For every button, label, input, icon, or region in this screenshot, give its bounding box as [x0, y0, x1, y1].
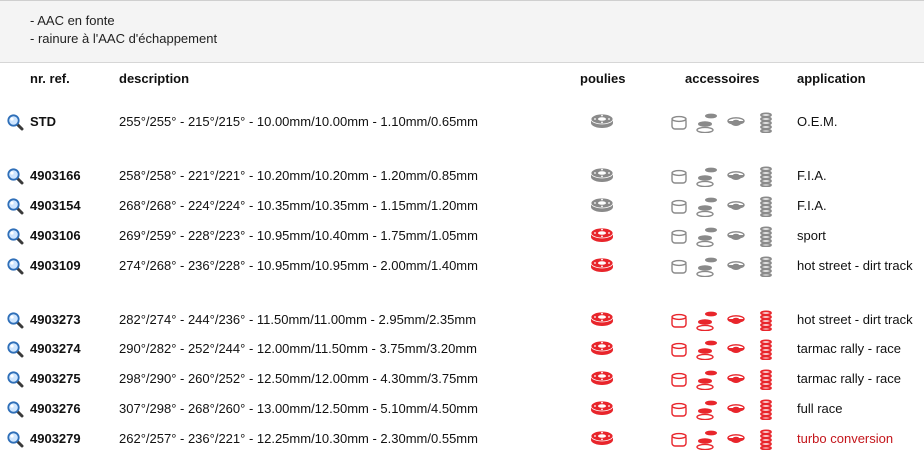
- cam-specs: 290°/282° - 252°/244° - 12.00mm/11.50mm …: [119, 341, 477, 356]
- application-label: hot street - dirt track: [797, 312, 913, 327]
- table-row: 4903273 282°/274° - 244°/236° - 11.50mm/1…: [0, 309, 924, 332]
- pulley-icon: [590, 400, 614, 416]
- application-label: tarmac rally - race: [797, 371, 902, 386]
- cam-specs: 269°/259° - 228°/223° - 10.95mm/10.40mm …: [119, 228, 478, 243]
- accessories-icons: [670, 428, 776, 451]
- pulley-icon: [590, 113, 614, 129]
- cam-specs: 255°/255° - 215°/215° - 10.00mm/10.00mm …: [119, 114, 478, 129]
- header-pulleys: poulies: [580, 71, 626, 86]
- cam-specs: 258°/258° - 221°/221° - 10.20mm/10.20mm …: [119, 168, 478, 183]
- pulley-icon: [590, 257, 614, 273]
- note-cast-iron: - AAC en fonte: [30, 13, 115, 28]
- table-row: 4903154 268°/268° - 224°/224° - 10.35mm/1…: [0, 195, 924, 218]
- application-label: tarmac rally - race: [797, 341, 902, 356]
- application-label: F.I.A.: [797, 168, 827, 183]
- cam-specs: 268°/268° - 224°/224° - 10.35mm/10.35mm …: [119, 198, 478, 213]
- ref-number[interactable]: 4903275: [30, 371, 81, 386]
- cam-specs: 307°/298° - 268°/260° - 13.00mm/12.50mm …: [119, 401, 478, 416]
- accessories-icons: [670, 195, 776, 218]
- magnifier-icon[interactable]: [6, 400, 24, 418]
- ref-number[interactable]: 4903154: [30, 198, 81, 213]
- ref-number[interactable]: 4903106: [30, 228, 81, 243]
- table-row: 4903274 290°/282° - 252°/244° - 12.00mm/1…: [0, 338, 924, 361]
- table-row: 4903275 298°/290° - 260°/252° - 12.50mm/1…: [0, 368, 924, 391]
- accessories-icons: [670, 255, 776, 278]
- header-ref: nr. ref.: [30, 71, 70, 86]
- note-exhaust-groove: - rainure à l'AAC d'échappement: [30, 31, 218, 46]
- accessories-icons: [670, 368, 776, 391]
- magnifier-icon[interactable]: [6, 340, 24, 358]
- magnifier-icon[interactable]: [6, 257, 24, 275]
- table-row: STD 255°/255° - 215°/215° - 10.00mm/10.00…: [0, 111, 924, 134]
- magnifier-icon[interactable]: [6, 227, 24, 245]
- table-row: 4903279 262°/257° - 236°/221° - 12.25mm/1…: [0, 428, 924, 451]
- magnifier-icon[interactable]: [6, 197, 24, 215]
- ref-number[interactable]: 4903109: [30, 258, 81, 273]
- ref-number[interactable]: 4903274: [30, 341, 81, 356]
- application-label: full race: [797, 401, 843, 416]
- accessories-icons: [670, 225, 776, 248]
- ref-number[interactable]: 4903276: [30, 401, 81, 416]
- pulley-icon: [590, 167, 614, 183]
- application-label: hot street - dirt track: [797, 258, 913, 273]
- pulley-icon: [590, 197, 614, 213]
- pulley-icon: [590, 430, 614, 446]
- accessories-icons: [670, 398, 776, 421]
- ref-number[interactable]: 4903279: [30, 431, 81, 446]
- ref-number[interactable]: 4903166: [30, 168, 81, 183]
- cam-specs: 262°/257° - 236°/221° - 12.25mm/10.30mm …: [119, 431, 478, 446]
- accessories-icons: [670, 165, 776, 188]
- magnifier-icon[interactable]: [6, 167, 24, 185]
- magnifier-icon[interactable]: [6, 311, 24, 329]
- header-application: application: [797, 71, 866, 86]
- application-label: O.E.M.: [797, 114, 838, 129]
- ref-number[interactable]: 4903273: [30, 312, 81, 327]
- magnifier-icon[interactable]: [6, 370, 24, 388]
- pulley-icon: [590, 370, 614, 386]
- application-label: F.I.A.: [797, 198, 827, 213]
- application-label: sport: [797, 228, 826, 243]
- header-accessories: accessoires: [685, 71, 760, 86]
- table-row: 4903276 307°/298° - 268°/260° - 13.00mm/1…: [0, 398, 924, 421]
- accessories-icons: [670, 309, 776, 332]
- ref-number[interactable]: STD: [30, 114, 56, 129]
- table-row: 4903106 269°/259° - 228°/223° - 10.95mm/1…: [0, 225, 924, 248]
- magnifier-icon[interactable]: [6, 430, 24, 448]
- accessories-icons: [670, 111, 776, 134]
- cam-specs: 298°/290° - 260°/252° - 12.50mm/12.00mm …: [119, 371, 478, 386]
- cam-specs: 274°/268° - 236°/228° - 10.95mm/10.95mm …: [119, 258, 478, 273]
- magnifier-icon[interactable]: [6, 113, 24, 131]
- pulley-icon: [590, 227, 614, 243]
- application-label: turbo conversion: [797, 431, 894, 446]
- accessories-icons: [670, 338, 776, 361]
- table-row: 4903109 274°/268° - 236°/228° - 10.95mm/1…: [0, 255, 924, 278]
- table-row: 4903166 258°/258° - 221°/221° - 10.20mm/1…: [0, 165, 924, 188]
- pulley-icon: [590, 311, 614, 327]
- header-description: description: [119, 71, 190, 86]
- notes-panel: - AAC en fonte - rainure à l'AAC d'échap…: [0, 0, 924, 63]
- pulley-icon: [590, 340, 614, 356]
- cam-specs: 282°/274° - 244°/236° - 11.50mm/11.00mm …: [119, 312, 477, 327]
